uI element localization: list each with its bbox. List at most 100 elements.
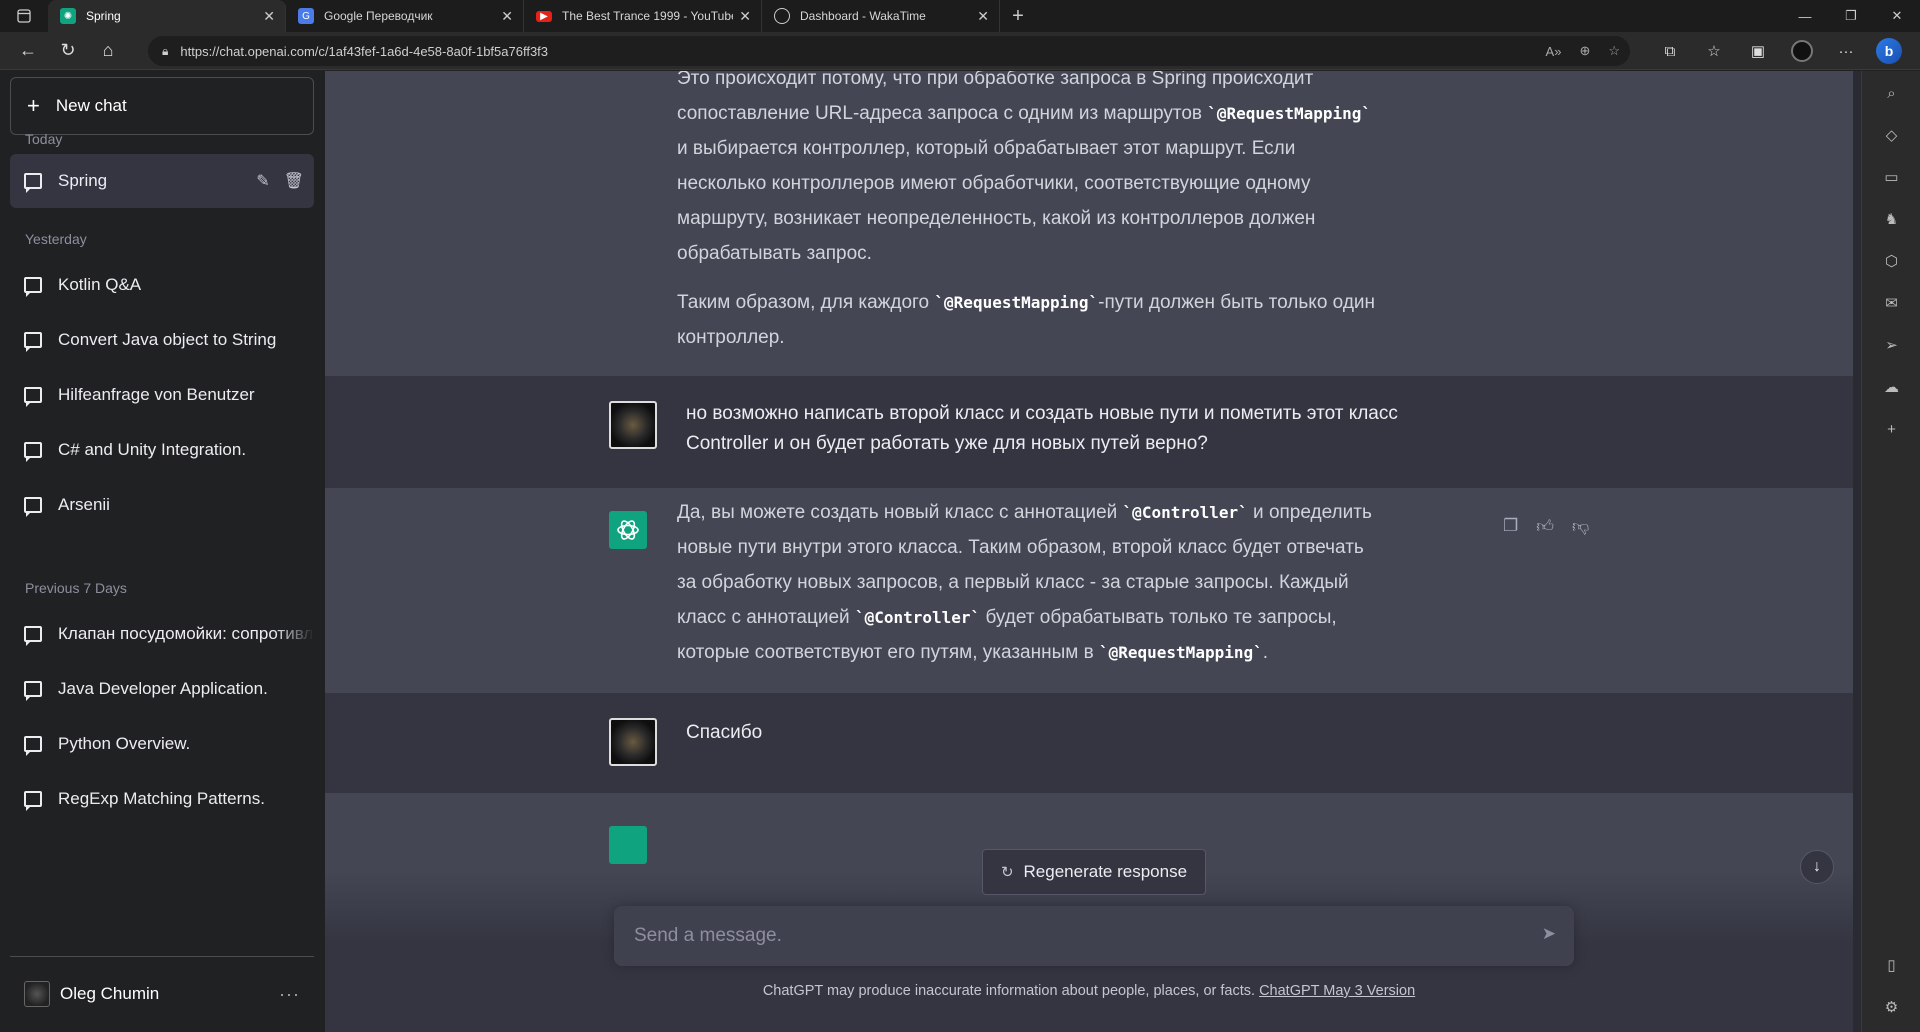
games-icon[interactable]: ♞ (1862, 201, 1920, 237)
collections-icon[interactable]: ▣ (1736, 42, 1780, 60)
close-window-icon[interactable]: ✕ (1874, 0, 1920, 32)
close-tab-icon[interactable]: ✕ (501, 8, 513, 25)
assistant-message-text: Да, вы можете создать новый класс с анно… (677, 495, 1387, 670)
extensions-icon[interactable]: ⧉ (1648, 43, 1692, 60)
google-translate-favicon-icon: G (298, 8, 314, 24)
footer-text: ChatGPT may produce inaccurate informati… (762, 983, 1260, 999)
sidebar-item-convert-java[interactable]: Convert Java object to String (10, 313, 314, 367)
more-options-icon[interactable]: ··· (279, 984, 300, 1005)
tools-icon[interactable]: ▭ (1862, 159, 1920, 195)
version-link[interactable]: ChatGPT May 3 Version (1259, 983, 1415, 999)
user-menu-button[interactable]: Oleg Chumin ··· (10, 964, 314, 1024)
tab-wakatime[interactable]: Dashboard - WakaTime ✕ (762, 0, 1000, 32)
home-icon[interactable]: ⌂ (88, 32, 128, 70)
sidebar-item-spring[interactable]: Spring ✎ 🗑︎ (10, 154, 314, 208)
microsoft-365-icon[interactable]: ⬡ (1862, 243, 1920, 279)
delete-icon[interactable]: 🗑︎ (284, 171, 304, 191)
thumbs-up-icon[interactable]: 👍︎ (1536, 516, 1554, 537)
address-bar-icons: A» ⊕ ☆ (1546, 36, 1620, 66)
restore-icon[interactable]: ❐ (1828, 0, 1874, 32)
regenerate-button[interactable]: ↻ Regenerate response (982, 849, 1206, 895)
back-icon[interactable]: ← (8, 32, 48, 70)
sidebar-item-kotlin[interactable]: Kotlin Q&A (10, 258, 314, 312)
browser-toolbar: ← ↻ ⌂ 🔒︎ https://chat.openai.com/c/1af43… (0, 32, 1920, 70)
url-text: https://chat.openai.com/c/1af43fef-1a6d-… (180, 43, 549, 59)
new-chat-button[interactable]: + New chat (10, 77, 314, 135)
browser-tab-bar: ✺ Spring ✕ G Google Переводчик ✕ ▶ The B… (0, 0, 1920, 32)
search-icon[interactable]: ⌕ (1862, 75, 1920, 111)
close-tab-icon[interactable]: ✕ (977, 8, 989, 25)
tab-title: Google Переводчик (324, 9, 433, 23)
sidebar-item-arsenii[interactable]: Arsenii (10, 478, 314, 532)
assistant-message: Да, вы можете создать новый класс с анно… (325, 488, 1853, 693)
close-tab-icon[interactable]: ✕ (263, 8, 275, 25)
send-icon[interactable]: ➢ (1862, 327, 1920, 363)
window-controls: — ❐ ✕ (1782, 0, 1920, 32)
tab-youtube[interactable]: ▶ The Best Trance 1999 - YouTube ✕ (524, 0, 762, 32)
favorites-icon[interactable]: ☆ (1692, 42, 1736, 60)
add-favorite-icon[interactable]: ☆ (1608, 43, 1620, 59)
tab-actions-icon[interactable] (0, 0, 48, 32)
settings-icon[interactable]: ⚙ (1862, 989, 1920, 1025)
profile-icon[interactable] (1780, 40, 1824, 62)
send-icon[interactable]: ➤ (1542, 924, 1556, 944)
sidebar-item-label: Python Overview. (58, 734, 191, 753)
address-bar[interactable]: 🔒︎ https://chat.openai.com/c/1af43fef-1a… (148, 36, 1630, 66)
close-tab-icon[interactable]: ✕ (739, 8, 751, 25)
outlook-icon[interactable]: ✉ (1862, 285, 1920, 321)
drop-icon[interactable]: ☁ (1862, 369, 1920, 405)
lock-icon: 🔒︎ (162, 43, 169, 58)
tab-spring[interactable]: ✺ Spring ✕ (48, 0, 286, 32)
tab-google-translate[interactable]: G Google Переводчик ✕ (286, 0, 524, 32)
text-span: . (1262, 642, 1269, 663)
chat-bubble-icon (24, 173, 42, 193)
bing-copilot-icon[interactable]: b (1876, 38, 1902, 64)
chatgpt-logo-icon (609, 826, 647, 864)
chat-bubble-icon (24, 332, 42, 352)
sidebar-item-label: Java Developer Application. (58, 679, 268, 698)
fade-overlay (274, 607, 314, 661)
sidebar-item-python-overview[interactable]: Python Overview. (10, 717, 314, 771)
plus-icon: + (27, 93, 40, 118)
inline-code: `@Controller` (854, 608, 981, 627)
assistant-message-text: Это происходит потому, что при обработке… (677, 71, 1377, 355)
youtube-favicon-icon: ▶ (536, 10, 552, 22)
copy-icon[interactable]: ❐ (1503, 516, 1518, 537)
text-span: и выбирается контроллер, который обрабат… (677, 138, 1316, 264)
chat-bubble-icon (24, 442, 42, 462)
wakatime-favicon-icon (774, 8, 790, 24)
sidebar-item-label: Hilfeanfrage von Benutzer (58, 385, 255, 404)
sidebar-item-csharp-unity[interactable]: C# and Unity Integration. (10, 423, 314, 477)
edit-icon[interactable]: ✎ (256, 171, 269, 191)
sidebar-item-klapan[interactable]: Клапан посудомойки: сопротивление (10, 607, 314, 661)
scrollbar[interactable] (1853, 71, 1861, 1032)
sidebar-item-label: Convert Java object to String (58, 330, 277, 349)
minimize-icon[interactable]: — (1782, 0, 1828, 32)
section-label-yesterday: Yesterday (25, 231, 87, 247)
add-icon[interactable]: + (1862, 411, 1920, 447)
sidebar-item-hilfeanfrage[interactable]: Hilfeanfrage von Benutzer (10, 368, 314, 422)
new-tab-button[interactable]: + (1000, 0, 1036, 32)
zoom-icon[interactable]: ⊕ (1579, 43, 1590, 59)
paragraph: Таким образом, для каждого `@RequestMapp… (677, 285, 1377, 355)
paragraph: Это происходит потому, что при обработке… (677, 71, 1377, 271)
chatgpt-logo-icon (609, 511, 647, 549)
shopping-tag-icon[interactable]: ◇ (1862, 117, 1920, 153)
thumbs-down-icon[interactable]: 👎︎ (1572, 516, 1589, 537)
avatar (24, 981, 50, 1007)
sidebar-item-java-developer[interactable]: Java Developer Application. (10, 662, 314, 716)
message-placeholder: Send a message. (634, 925, 782, 946)
refresh-icon[interactable]: ↻ (48, 32, 88, 70)
regenerate-icon: ↻ (1000, 864, 1014, 881)
settings-more-icon[interactable]: ··· (1824, 43, 1868, 60)
sidebar-item-regexp[interactable]: RegExp Matching Patterns. (10, 772, 314, 826)
section-label-today: Today (25, 131, 63, 147)
assistant-message: Это происходит потому, что при обработке… (325, 71, 1853, 376)
scroll-to-bottom-button[interactable]: ↓ (1800, 850, 1834, 884)
sidebar-item-label: RegExp Matching Patterns. (58, 789, 265, 808)
chat-bubble-icon (24, 497, 42, 517)
read-aloud-icon[interactable]: A» (1546, 44, 1562, 59)
tab-title: Spring (86, 9, 121, 23)
message-input[interactable]: Send a message. ➤ (614, 906, 1574, 966)
split-screen-icon[interactable]: ▯ (1862, 947, 1920, 983)
